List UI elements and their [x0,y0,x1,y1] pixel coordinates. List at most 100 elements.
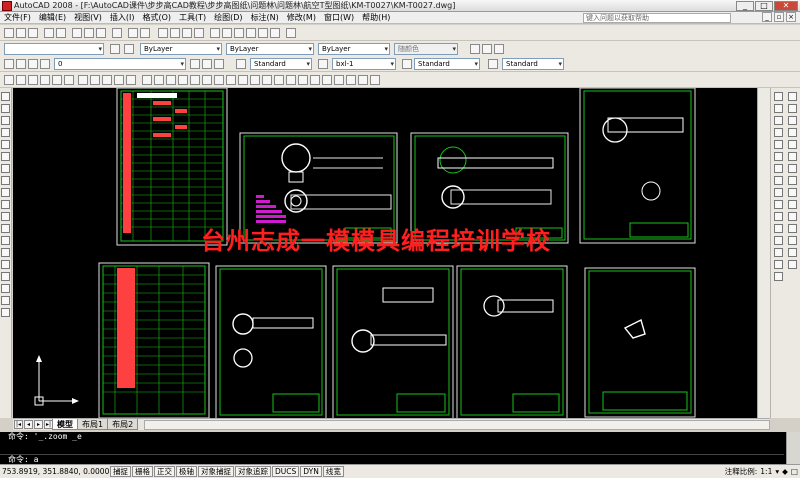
layer-state-icon[interactable] [214,59,224,69]
open-icon[interactable] [16,28,26,38]
quickcalc-icon[interactable] [270,28,280,38]
line-icon[interactable] [1,92,10,101]
menu-dimension[interactable]: 标注(N) [247,12,283,24]
view-bottom-icon[interactable] [16,75,26,85]
cut-icon[interactable] [72,28,82,38]
osnap-midpoint-icon[interactable] [788,104,797,113]
preview-icon[interactable] [56,28,66,38]
dim-linear-icon[interactable] [142,75,152,85]
view-se-iso-icon[interactable] [90,75,100,85]
dyn-toggle[interactable]: DYN [300,466,322,477]
point-icon[interactable] [1,248,10,257]
view-right-icon[interactable] [40,75,50,85]
zoom-window-icon[interactable] [182,28,192,38]
move-icon[interactable] [774,152,783,161]
layer-previous-icon[interactable] [202,59,212,69]
doc-close-button[interactable]: × [786,12,796,22]
dim-ordinate-icon[interactable] [178,75,188,85]
tab-next-icon[interactable]: ▸ [34,420,43,429]
make-block-icon[interactable] [1,236,10,245]
view-left-icon[interactable] [28,75,38,85]
otrack-toggle[interactable]: 对象追踪 [235,466,271,477]
table-style-select[interactable]: Standard [414,58,480,70]
close-button[interactable]: ✕ [774,0,798,11]
quick-dim-icon[interactable] [238,75,248,85]
snap-toggle[interactable]: 捕捉 [110,466,131,477]
multileader-style-icon[interactable] [488,59,498,69]
dim-style-select[interactable]: bxl-1 [332,58,396,70]
ellipse-icon[interactable] [1,200,10,209]
trim-icon[interactable] [774,200,783,209]
dim-break-icon[interactable] [286,75,296,85]
osnap-center-icon[interactable] [788,152,797,161]
osnap-settings-icon[interactable] [788,260,797,269]
revision-cloud-icon[interactable] [1,176,10,185]
color-select[interactable]: ByLayer [140,43,222,55]
ortho-toggle[interactable]: 正交 [154,466,175,477]
offset-icon[interactable] [774,128,783,137]
mtext-icon[interactable] [1,308,10,317]
zoom-previous-icon[interactable] [194,28,204,38]
rotate-icon[interactable] [774,164,783,173]
stretch-icon[interactable] [774,188,783,197]
layer-manager-icon[interactable] [4,59,14,69]
annotation-scale-value[interactable]: 1:1 [760,467,772,476]
tab-layout1[interactable]: 布局1 [77,419,109,430]
doc-minimize-button[interactable]: _ [762,12,772,22]
dim-style-icon[interactable] [318,59,328,69]
vertical-scrollbar[interactable] [757,88,770,418]
break-icon[interactable] [774,224,783,233]
camera-icon[interactable] [126,75,136,85]
properties-icon[interactable] [210,28,220,38]
clean-screen-icon[interactable]: □ [791,467,798,476]
copy-icon[interactable] [84,28,94,38]
ucs-icon[interactable] [470,44,480,54]
tab-layout2[interactable]: 布局2 [107,419,139,430]
osnap-perpendicular-icon[interactable] [788,188,797,197]
new-icon[interactable] [4,28,14,38]
match-properties-icon[interactable] [112,28,122,38]
region-icon[interactable] [1,284,10,293]
hatch-icon[interactable] [1,260,10,269]
erase-icon[interactable] [774,92,783,101]
color-icon[interactable] [124,44,134,54]
ucs-previous-icon[interactable] [494,44,504,54]
linetype-select[interactable]: ByLayer [226,43,314,55]
grid-toggle[interactable]: 栅格 [132,466,153,477]
menu-tools[interactable]: 工具(T) [175,12,210,24]
layer-properties-icon[interactable] [110,44,120,54]
tab-prev-icon[interactable]: ◂ [24,420,33,429]
text-style-select[interactable]: Standard [250,58,312,70]
table-icon[interactable] [1,296,10,305]
spline-icon[interactable] [1,188,10,197]
horizontal-scrollbar[interactable] [144,419,770,430]
tab-model[interactable]: 模型 [52,419,78,430]
annotation-visibility-icon[interactable]: ▾ [775,467,779,476]
construction-line-icon[interactable] [1,104,10,113]
osnap-intersection-icon[interactable] [788,116,797,125]
copy-object-icon[interactable] [774,104,783,113]
menu-window[interactable]: 窗口(W) [320,12,358,24]
paste-icon[interactable] [96,28,106,38]
osnap-insertion-icon[interactable] [788,212,797,221]
array-icon[interactable] [774,140,783,149]
dim-diameter-icon[interactable] [214,75,224,85]
tab-first-icon[interactable]: |◂ [14,420,23,429]
sheet-set-icon[interactable] [246,28,256,38]
arc-icon[interactable] [1,152,10,161]
design-center-icon[interactable] [222,28,232,38]
dim-baseline-icon[interactable] [250,75,260,85]
view-front-icon[interactable] [52,75,62,85]
join-icon[interactable] [774,236,783,245]
minimize-button[interactable]: _ [736,0,754,11]
osnap-none-icon[interactable] [788,248,797,257]
command-input[interactable]: 命令: a [0,454,784,464]
ducs-toggle[interactable]: DUCS [272,466,300,477]
tray-settings-icon[interactable]: ◆ [782,467,788,476]
lineweight-select[interactable]: ByLayer [318,43,390,55]
table-style-icon[interactable] [402,59,412,69]
view-ne-iso-icon[interactable] [102,75,112,85]
text-style-icon[interactable] [236,59,246,69]
save-icon[interactable] [28,28,38,38]
view-sw-iso-icon[interactable] [78,75,88,85]
